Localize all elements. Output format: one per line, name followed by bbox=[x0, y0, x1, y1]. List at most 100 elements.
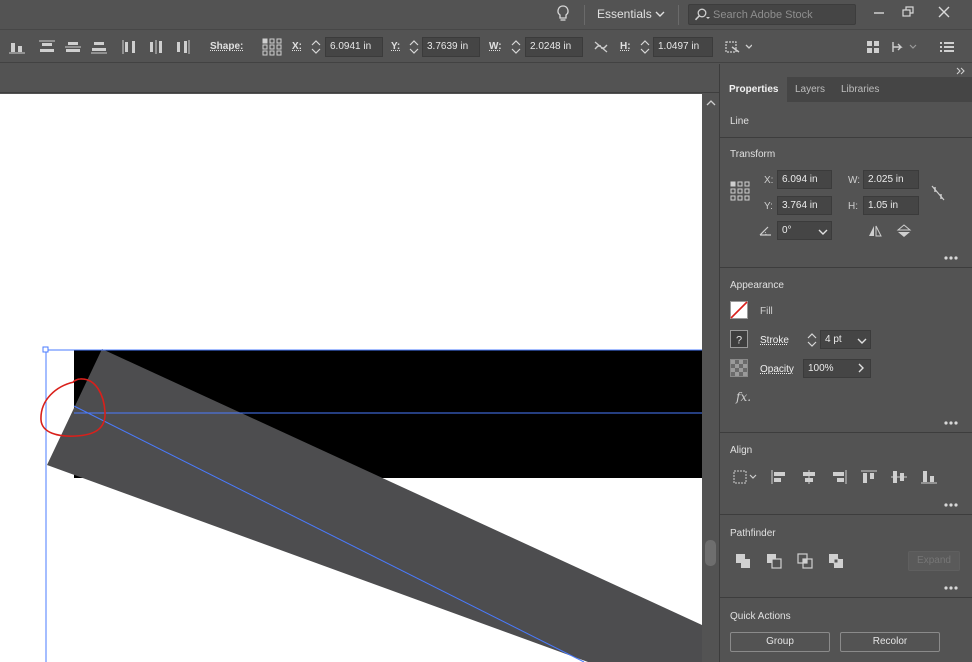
object-type-section: Line bbox=[720, 102, 972, 138]
align-title: Align bbox=[730, 445, 753, 456]
align-to-selection-icon[interactable] bbox=[732, 469, 760, 488]
unite-icon[interactable] bbox=[734, 552, 752, 573]
y-stepper-icon[interactable] bbox=[408, 38, 420, 56]
transform-title: Transform bbox=[730, 149, 776, 160]
align-section: Align bbox=[720, 433, 972, 515]
minimize-icon[interactable] bbox=[867, 2, 891, 22]
search-icon bbox=[694, 8, 710, 22]
quick-actions-section: Quick Actions Group Recolor bbox=[720, 598, 972, 662]
transform-w-field[interactable]: 2.025 in bbox=[863, 170, 919, 189]
w-label: W: bbox=[489, 41, 502, 52]
intersect-icon[interactable] bbox=[796, 552, 814, 573]
appearance-title: Appearance bbox=[730, 280, 784, 291]
restore-icon[interactable] bbox=[896, 2, 920, 22]
isolate-icon[interactable] bbox=[890, 39, 918, 55]
close-icon[interactable] bbox=[932, 2, 956, 22]
expand-button[interactable]: Expand bbox=[908, 551, 960, 571]
constrain-proportions-icon[interactable] bbox=[592, 39, 610, 55]
effects-fx-button[interactable]: fx. bbox=[736, 390, 751, 404]
selection-anchor-handle[interactable] bbox=[42, 346, 49, 353]
transform-icon[interactable] bbox=[724, 39, 753, 55]
transform-y-field[interactable]: 3.764 in bbox=[777, 196, 832, 215]
transform-h-field[interactable]: 1.05 in bbox=[863, 196, 919, 215]
x-position-field[interactable]: 6.0941 in bbox=[325, 37, 383, 57]
align-left-icon[interactable] bbox=[770, 469, 788, 488]
more-options-icon[interactable] bbox=[944, 416, 958, 425]
shape-label[interactable]: Shape: bbox=[210, 41, 243, 52]
transform-w-label: W: bbox=[848, 175, 861, 186]
opacity-label[interactable]: Opacity bbox=[760, 364, 794, 375]
distribute-right-icon[interactable] bbox=[173, 39, 191, 55]
properties-panel: Properties Layers Libraries Line Transfo… bbox=[719, 64, 972, 662]
tab-libraries[interactable]: Libraries bbox=[832, 77, 888, 102]
chevron-down-icon[interactable] bbox=[655, 9, 665, 19]
align-bottom-icon[interactable] bbox=[920, 469, 938, 488]
rotate-angle-icon bbox=[758, 225, 774, 240]
distribute-top-icon[interactable] bbox=[38, 39, 56, 55]
more-options-icon[interactable] bbox=[944, 581, 958, 590]
transform-x-label: X: bbox=[764, 175, 774, 186]
fill-none-swatch-icon[interactable] bbox=[730, 301, 748, 322]
flip-vertical-icon[interactable] bbox=[896, 224, 912, 241]
opacity-checker-icon[interactable] bbox=[730, 359, 748, 380]
y-label: Y: bbox=[391, 41, 401, 52]
vertical-scrollbar[interactable] bbox=[702, 94, 719, 662]
x-label: X: bbox=[292, 41, 302, 52]
svg-text:?: ? bbox=[736, 335, 742, 347]
h-stepper-icon[interactable] bbox=[639, 38, 651, 56]
recolor-button[interactable]: Recolor bbox=[840, 632, 940, 652]
more-options-icon[interactable] bbox=[944, 251, 958, 260]
pathfinder-section: Pathfinder Expand bbox=[720, 515, 972, 598]
x-stepper-icon[interactable] bbox=[310, 38, 322, 56]
align-vertical-center-icon[interactable] bbox=[890, 469, 908, 488]
w-stepper-icon[interactable] bbox=[510, 38, 522, 56]
h-label: H: bbox=[620, 41, 631, 52]
distribute-horizontal-center-icon[interactable] bbox=[147, 39, 165, 55]
reference-point-icon[interactable] bbox=[262, 38, 282, 56]
artwork[interactable] bbox=[0, 94, 702, 662]
align-right-icon[interactable] bbox=[830, 469, 848, 488]
fill-label: Fill bbox=[760, 306, 773, 317]
tab-layers[interactable]: Layers bbox=[786, 77, 834, 102]
lightbulb-icon[interactable] bbox=[555, 5, 571, 23]
reference-point-icon[interactable] bbox=[730, 181, 750, 204]
distribute-bottom-icon[interactable] bbox=[90, 39, 108, 55]
arrange-documents-icon[interactable] bbox=[864, 39, 882, 55]
stroke-label[interactable]: Stroke bbox=[760, 335, 789, 346]
panel-menu-icon[interactable] bbox=[938, 39, 956, 55]
group-button[interactable]: Group bbox=[730, 632, 830, 652]
panel-tabs: Properties Layers Libraries bbox=[720, 77, 972, 102]
align-top-icon[interactable] bbox=[860, 469, 878, 488]
control-bar: Shape: X: 6.0941 in Y: 3.7639 in W: 2.02… bbox=[0, 31, 972, 63]
tab-properties[interactable]: Properties bbox=[720, 77, 788, 102]
quick-actions-title: Quick Actions bbox=[730, 611, 791, 622]
more-options-icon[interactable] bbox=[944, 498, 958, 507]
flip-horizontal-icon[interactable] bbox=[867, 224, 883, 241]
height-field[interactable]: 1.0497 in bbox=[653, 37, 713, 57]
search-stock-input[interactable]: Search Adobe Stock bbox=[688, 4, 856, 25]
constrain-proportions-icon[interactable] bbox=[930, 184, 946, 205]
distribute-center-icon[interactable] bbox=[64, 39, 82, 55]
stroke-stepper-icon[interactable] bbox=[807, 331, 817, 352]
divider bbox=[678, 5, 679, 25]
chevron-down-icon[interactable] bbox=[857, 336, 867, 348]
minus-front-icon[interactable] bbox=[765, 552, 783, 573]
chevron-down-icon[interactable] bbox=[818, 227, 828, 239]
workspace-switcher[interactable]: Essentials bbox=[597, 7, 652, 21]
document-tab-strip bbox=[0, 64, 719, 93]
divider bbox=[584, 5, 585, 25]
transform-h-label: H: bbox=[848, 201, 858, 212]
align-horizontal-center-icon[interactable] bbox=[800, 469, 818, 488]
artboard-canvas[interactable] bbox=[0, 94, 702, 662]
scrollbar-thumb[interactable] bbox=[705, 540, 716, 566]
width-field[interactable]: 2.0248 in bbox=[525, 37, 583, 57]
appearance-section: Appearance Fill ? Stroke 4 pt Opacity 10… bbox=[720, 268, 972, 433]
distribute-left-icon[interactable] bbox=[121, 39, 139, 55]
stroke-mixed-swatch-icon[interactable]: ? bbox=[730, 330, 748, 351]
transform-x-field[interactable]: 6.094 in bbox=[777, 170, 832, 189]
scroll-up-icon[interactable] bbox=[706, 98, 716, 110]
chevron-right-icon[interactable] bbox=[857, 363, 865, 376]
exclude-icon[interactable] bbox=[827, 552, 845, 573]
align-bottom-edge-icon[interactable] bbox=[8, 39, 26, 55]
y-position-field[interactable]: 3.7639 in bbox=[422, 37, 480, 57]
